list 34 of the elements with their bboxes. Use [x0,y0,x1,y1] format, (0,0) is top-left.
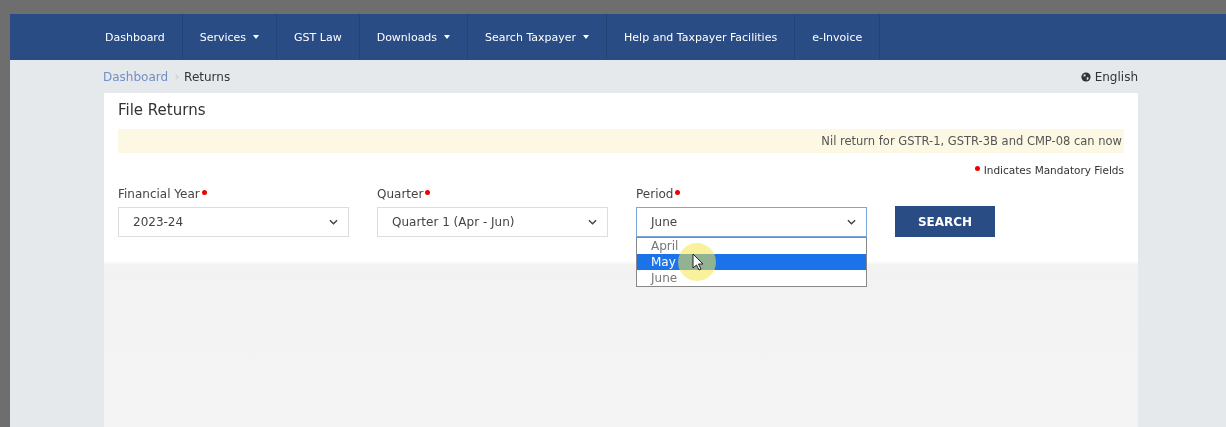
nav-item[interactable]: Downloads [359,14,469,60]
caret-icon [583,35,590,39]
breadcrumb-item[interactable]: Returns [184,69,231,84]
dropdown-option[interactable]: May [637,254,866,270]
required-dot [675,190,681,195]
caret-icon [253,35,260,39]
required-dot [974,166,980,171]
nav-item[interactable]: GST Law [277,14,360,60]
language-link[interactable]: English [1080,69,1138,84]
select-field[interactable]: Quarter 1 (Apr - Jun) [377,207,608,237]
cursor-icon [677,242,717,282]
globe-icon [1080,71,1091,82]
field-label: Quarter [377,187,424,201]
select-field[interactable]: 2023-24 [118,207,349,237]
required-dot [425,190,431,195]
dropdown-option[interactable]: April [637,238,866,254]
card-title: File Returns [118,101,207,121]
nav-item[interactable]: Services [182,14,278,60]
nav-item[interactable]: Dashboard [88,14,183,60]
chevron-icon [847,219,856,225]
caret-icon [444,35,451,39]
chevron-icon [588,219,597,225]
field-label: Period [636,187,674,201]
field-label: Financial Year [118,187,200,201]
select-field[interactable]: June [636,207,867,237]
nav-item[interactable]: Help and Taxpayer Facilities [607,14,796,60]
required-dot [201,190,207,195]
mandatory-note: Indicates Mandatory Fields [983,164,1124,176]
chevron-icon [329,219,338,225]
dropdown-option[interactable]: June [637,270,866,286]
search-button[interactable]: SEARCH [895,206,995,237]
nav-item[interactable]: Search Taxpayer [468,14,608,60]
notice-text: Nil return for GSTR-1, GSTR-3B and CMP-08 can now [821,134,1122,148]
nav-item[interactable]: e-Invoice [795,14,881,60]
